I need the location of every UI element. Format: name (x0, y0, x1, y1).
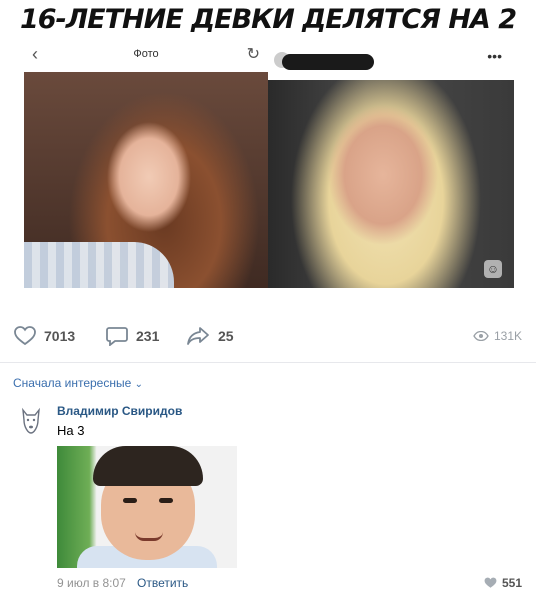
heart-icon (484, 577, 497, 588)
right-photo-header: ••• (268, 38, 514, 81)
comment-photo[interactable] (57, 446, 237, 568)
comment-photo-eye-left (123, 498, 137, 503)
dog-avatar-icon (22, 407, 40, 434)
views-count: 131K (493, 329, 522, 343)
reply-button[interactable]: Ответить (137, 576, 188, 590)
left-photo (24, 72, 268, 288)
comment-date: 9 июл в 8:07 (57, 576, 126, 590)
right-photo: ☺ (268, 80, 514, 288)
reload-icon: ↻ (246, 46, 260, 63)
comment-count: 231 (136, 328, 160, 344)
left-phone-screenshot: ‹ Фото ↻ (24, 38, 268, 288)
comment-photo-hair (93, 446, 203, 486)
comment-author[interactable]: Владимир Свиридов (57, 404, 182, 418)
left-photo-shirt (24, 242, 174, 288)
comment-like-button[interactable]: 551 (484, 576, 522, 590)
like-count: 7013 (44, 328, 76, 344)
censored-name-bar (282, 54, 374, 70)
heart-icon (14, 326, 36, 346)
views-counter: 131K (473, 329, 522, 343)
divider (0, 362, 536, 363)
eye-icon (473, 331, 489, 341)
right-phone-screenshot: ••• ☺ (268, 38, 514, 288)
share-button[interactable]: 25 (186, 326, 234, 346)
comments-sort-dropdown[interactable]: Сначала интересные ⌄ (13, 376, 143, 390)
more-dots-icon: ••• (487, 48, 502, 64)
emoji-sticker-icon: ☺ (484, 260, 502, 278)
post-actions: 7013 231 25 131K (0, 318, 536, 358)
left-photo-title: Фото (133, 48, 159, 60)
avatar[interactable] (18, 406, 44, 436)
share-icon (187, 327, 209, 345)
comment-icon (106, 327, 128, 346)
comment-button[interactable]: 231 (106, 326, 159, 346)
left-photo-header: ‹ Фото ↻ (24, 38, 268, 73)
chevron-down-icon: ⌄ (134, 379, 144, 390)
sort-label: Сначала интересные (13, 376, 132, 390)
comment-photo-eye-right (159, 498, 173, 503)
comment-like-count: 551 (501, 576, 522, 590)
comment-text: На 3 (57, 423, 85, 438)
post-image[interactable]: ‹ Фото ↻ ••• ☺ (24, 38, 514, 288)
like-button[interactable]: 7013 (14, 326, 75, 346)
share-count: 25 (218, 328, 234, 344)
